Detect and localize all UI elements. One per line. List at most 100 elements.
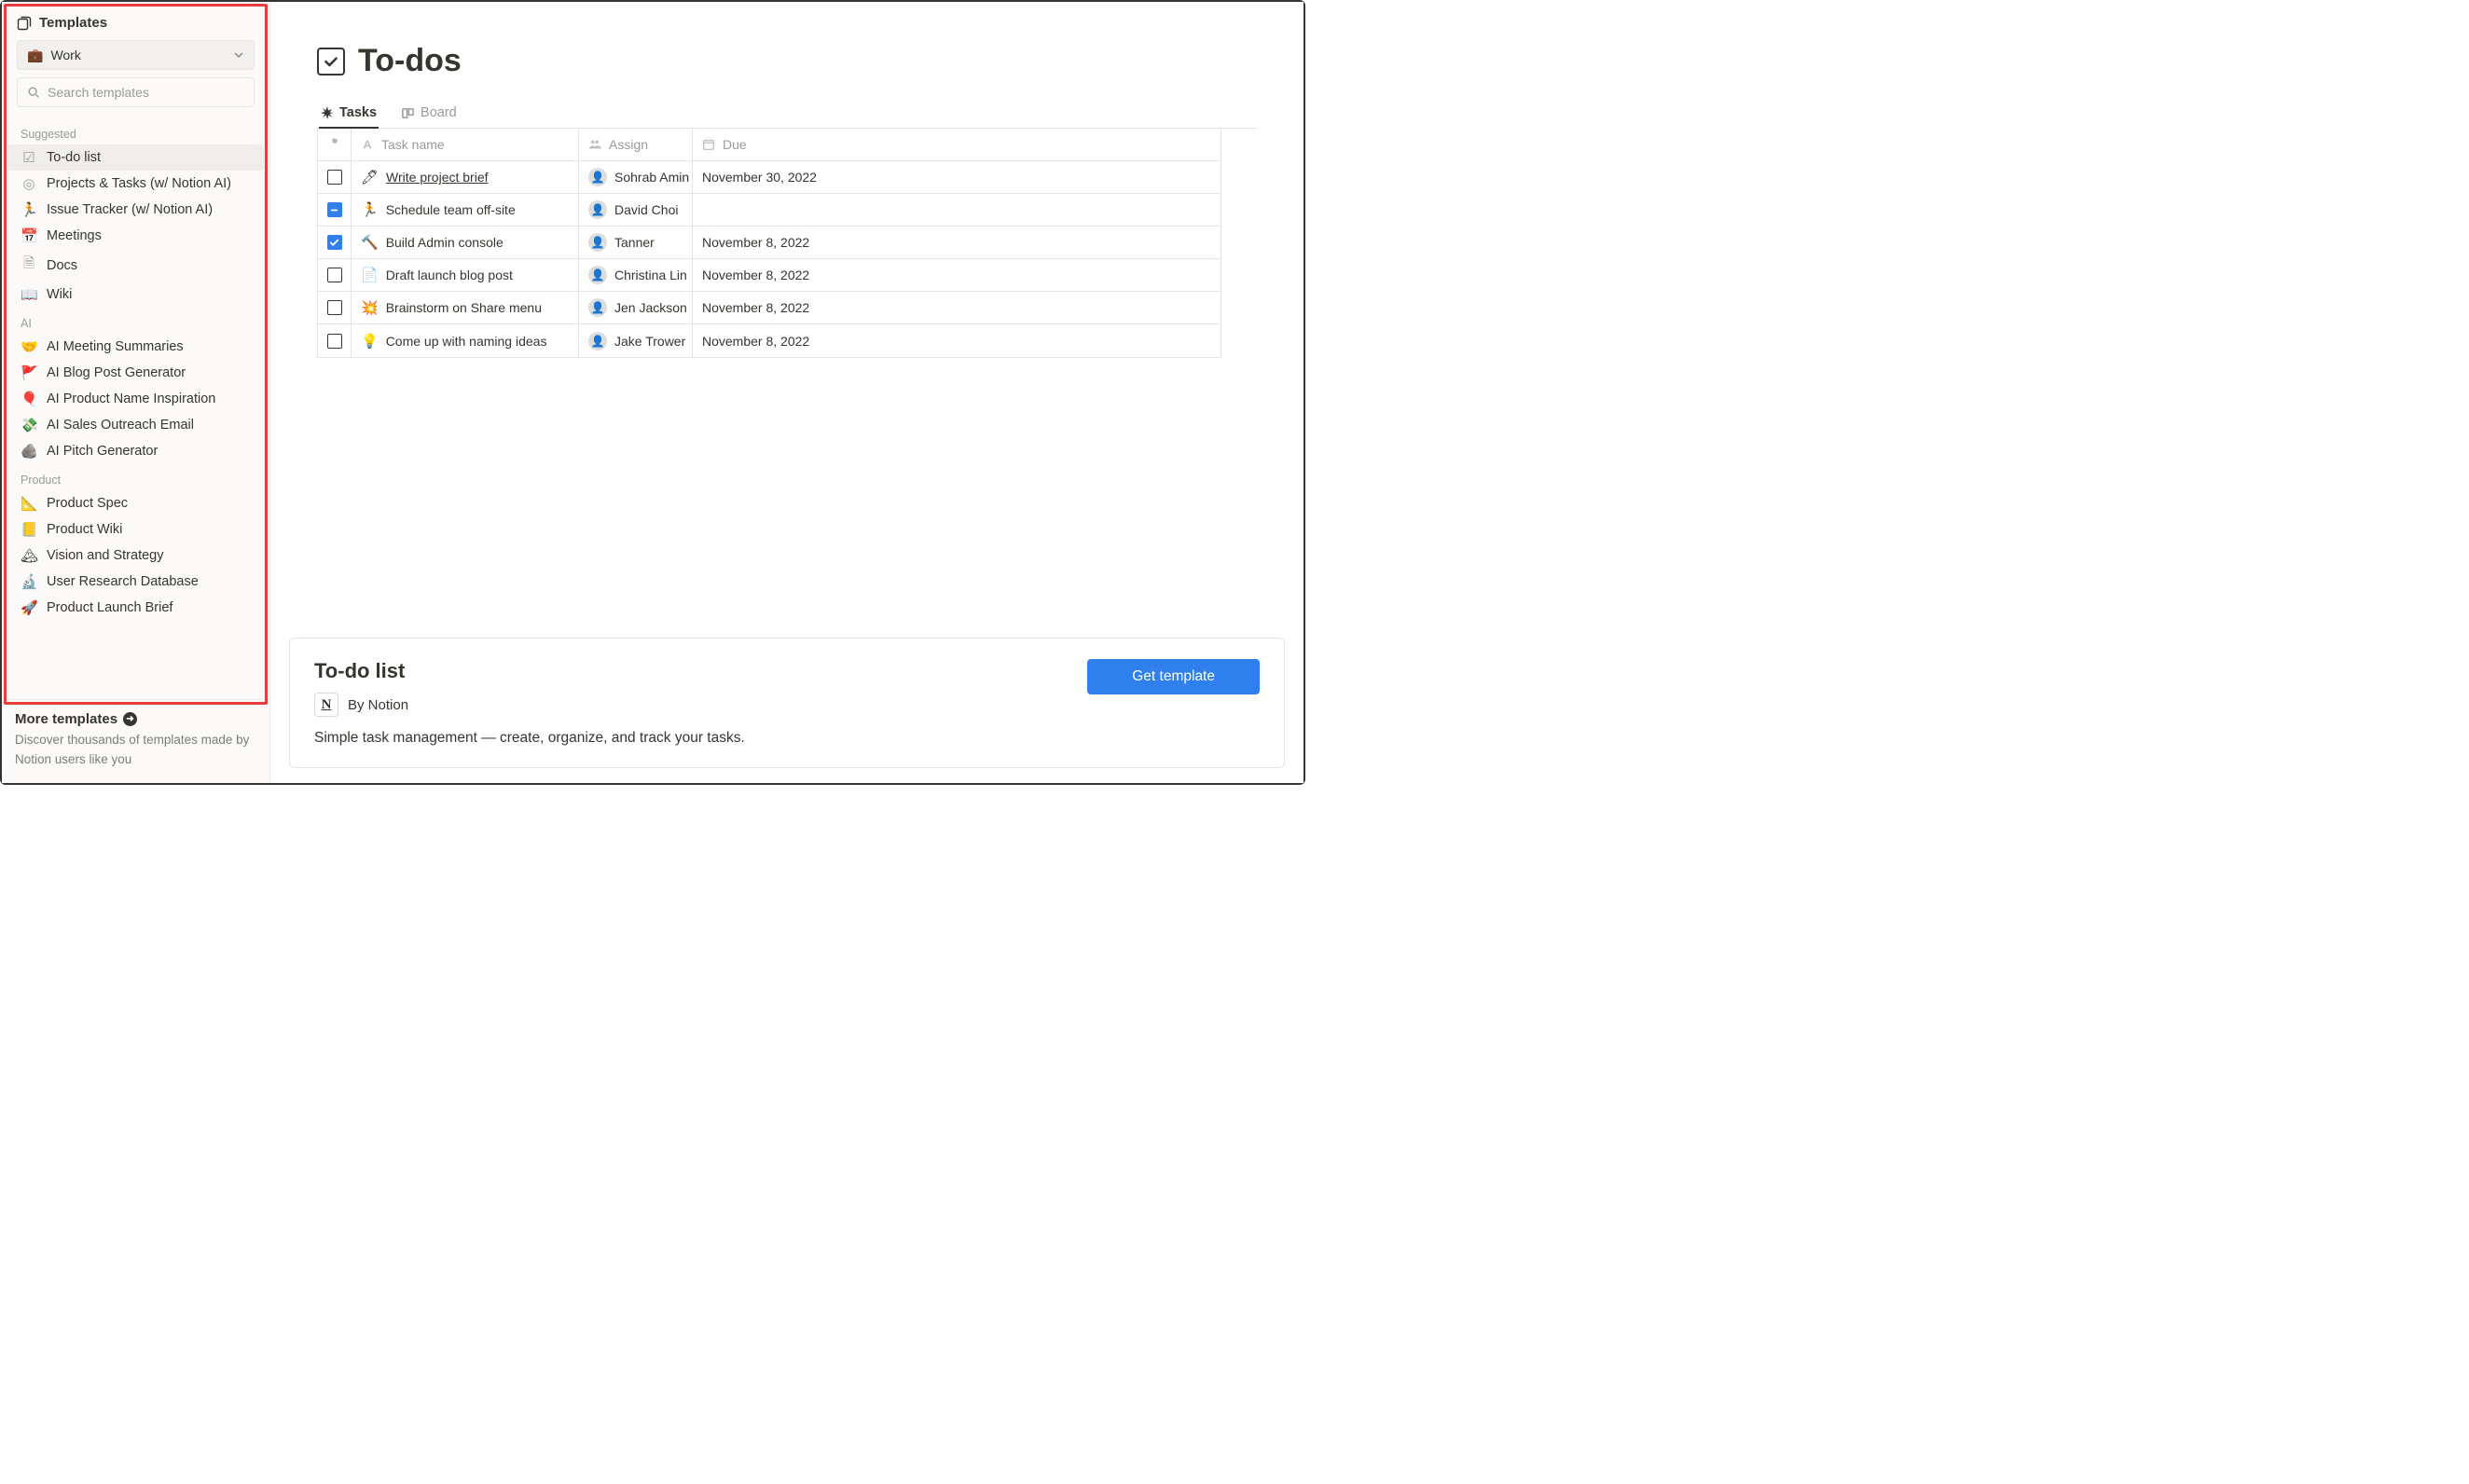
- item-icon: 📒: [21, 521, 37, 538]
- section-label-suggested: Suggested: [7, 118, 264, 144]
- table-row[interactable]: 💥Brainstorm on Share menu👤Jen JacksonNov…: [318, 292, 1221, 324]
- row-checkbox[interactable]: [327, 170, 342, 185]
- row-due-cell[interactable]: November 8, 2022: [693, 292, 1221, 323]
- table-row[interactable]: 🔨Build Admin console 👤 Tanner November 8, 2…: [318, 227, 1221, 259]
- item-icon: 💸: [21, 417, 37, 433]
- header-name-col[interactable]: Task name: [352, 129, 579, 160]
- row-assign-cell[interactable]: 👤 Jake Trower: [579, 324, 693, 357]
- category-dropdown[interactable]: 💼 Work: [17, 40, 255, 70]
- row-name-cell[interactable]: 🖊 Write project brief: [352, 161, 579, 193]
- sidebar-item[interactable]: 🗎Docs: [7, 249, 264, 282]
- notion-logo-icon: N: [314, 693, 338, 717]
- header-due-label: Due: [723, 137, 747, 152]
- avatar: 👤: [588, 332, 607, 350]
- sidebar-item[interactable]: 🚩 AI Blog Post Generator: [7, 360, 264, 386]
- row-checkbox[interactable]: [327, 202, 342, 217]
- tab-board[interactable]: Board: [399, 100, 459, 128]
- sidebar-title: Templates: [7, 11, 264, 40]
- row-due-cell[interactable]: [693, 194, 1221, 226]
- row-assign-cell[interactable]: 👤Jen Jackson: [579, 292, 693, 323]
- search-container[interactable]: [17, 77, 255, 107]
- item-label: AI Blog Post Generator: [47, 365, 186, 380]
- sidebar-item[interactable]: ◎Projects & Tasks (w/ Notion AI): [7, 171, 264, 197]
- view-tabs: Tasks Board: [317, 100, 1257, 129]
- row-due-cell[interactable]: November 8, 2022: [693, 324, 1221, 357]
- sidebar-item[interactable]: 📐Product Spec: [7, 490, 264, 516]
- header-assign-label: Assign: [609, 137, 648, 152]
- row-checkbox[interactable]: [327, 235, 342, 250]
- header-name-label: Task name: [381, 137, 445, 152]
- row-assign-cell[interactable]: 👤 Tanner: [579, 227, 693, 258]
- avatar: 👤: [588, 168, 607, 186]
- row-due-cell[interactable]: November 30, 2022: [693, 161, 1221, 193]
- sidebar-item[interactable]: 🎈AI Product Name Inspiration: [7, 386, 264, 412]
- task-name-text: Come up with naming ideas: [386, 334, 547, 349]
- row-checkbox-cell: [318, 292, 352, 323]
- preview-content: To-dos Tasks Board: [270, 2, 1303, 623]
- section-product: 📐Product Spec📒Product Wiki🏔Vision and St…: [7, 490, 264, 621]
- row-due-cell[interactable]: November 8, 2022: [693, 259, 1221, 291]
- item-icon: 🗎: [21, 254, 37, 277]
- item-label: AI Product Name Inspiration: [47, 392, 215, 406]
- assignee-name: Jake Trower: [614, 334, 685, 349]
- row-assign-cell[interactable]: 👤Christina Lin: [579, 259, 693, 291]
- app-window: Templates 💼 Work Suggested ☑To-do list◎P…: [0, 0, 1305, 785]
- task-emoji-icon: 🖊: [361, 169, 379, 186]
- template-byline[interactable]: N By Notion: [314, 693, 1069, 717]
- avatar: 👤: [588, 233, 607, 252]
- row-checkbox[interactable]: [327, 300, 342, 315]
- templates-icon: [17, 16, 32, 31]
- avatar: 👤: [588, 266, 607, 284]
- sidebar-item[interactable]: 🚀Product Launch Brief: [7, 595, 264, 621]
- row-checkbox-cell: [318, 259, 352, 291]
- header-due-col[interactable]: Due: [693, 129, 1221, 160]
- row-name-cell[interactable]: 🏃Schedule team off-site: [352, 194, 579, 226]
- section-ai: 🤝AI Meeting Summaries 🚩 AI Blog Post Gener…: [7, 334, 264, 464]
- item-icon: 🚩: [21, 364, 37, 381]
- table-row[interactable]: 🏃Schedule team off-site👤David Choi: [318, 194, 1221, 227]
- sidebar-item[interactable]: 🪨AI Pitch Generator: [7, 438, 264, 464]
- task-name-text: Build Admin console: [386, 235, 503, 250]
- sidebar-item[interactable]: ☑To-do list: [7, 144, 264, 171]
- sidebar-item[interactable]: 🔬User Research Database: [7, 569, 264, 595]
- asterisk-icon: [321, 106, 334, 119]
- sidebar-footer[interactable]: More templates ➜ Discover thousands of t…: [2, 699, 269, 783]
- template-info-title: To-do list: [314, 659, 1069, 683]
- row-checkbox[interactable]: [327, 334, 342, 349]
- row-due-cell[interactable]: November 8, 2022: [693, 227, 1221, 258]
- sidebar-item[interactable]: 📒Product Wiki: [7, 516, 264, 543]
- page-title-text: To-dos: [358, 43, 462, 79]
- row-assign-cell[interactable]: 👤David Choi: [579, 194, 693, 226]
- row-name-cell[interactable]: 💥Brainstorm on Share menu: [352, 292, 579, 323]
- more-templates-link: More templates ➜: [15, 711, 256, 727]
- task-name-text: Write project brief: [386, 170, 488, 185]
- search-icon: [27, 86, 40, 99]
- sidebar-item[interactable]: 🏔Vision and Strategy: [7, 543, 264, 569]
- get-template-button[interactable]: Get template: [1087, 659, 1260, 694]
- search-input[interactable]: [48, 85, 244, 100]
- sidebar-item[interactable]: 🤝AI Meeting Summaries: [7, 334, 264, 360]
- row-name-cell[interactable]: 🔨Build Admin console: [352, 227, 579, 258]
- item-label: Product Launch Brief: [47, 600, 172, 615]
- sidebar-item[interactable]: 🏃Issue Tracker (w/ Notion AI): [7, 197, 264, 223]
- table-row[interactable]: 📄Draft launch blog post👤Christina LinNov…: [318, 259, 1221, 292]
- tab-tasks[interactable]: Tasks: [319, 100, 379, 128]
- row-assign-cell[interactable]: 👤Sohrab Amin: [579, 161, 693, 193]
- briefcase-icon: 💼: [27, 48, 43, 63]
- sidebar-item[interactable]: 📖Wiki: [7, 282, 264, 308]
- assignee-name: Tanner: [614, 235, 655, 250]
- more-templates-label: More templates: [15, 711, 117, 727]
- table-row[interactable]: 💡Come up with naming ideas 👤 Jake Trower No…: [318, 324, 1221, 357]
- people-icon: [588, 138, 601, 151]
- sidebar-title-text: Templates: [39, 15, 107, 31]
- row-checkbox[interactable]: [327, 268, 342, 282]
- sidebar-item[interactable]: 💸AI Sales Outreach Email: [7, 412, 264, 438]
- arrow-right-icon: ➜: [123, 712, 137, 726]
- calendar-icon: [702, 138, 715, 151]
- row-name-cell[interactable]: 💡Come up with naming ideas: [352, 324, 579, 357]
- header-assign-col[interactable]: Assign: [579, 129, 693, 160]
- sidebar-item[interactable]: 📅Meetings: [7, 223, 264, 249]
- row-name-cell[interactable]: 📄Draft launch blog post: [352, 259, 579, 291]
- table-row[interactable]: 🖊 Write project brief 👤Sohrab AminNovember…: [318, 161, 1221, 194]
- item-icon: ☑: [21, 149, 37, 166]
